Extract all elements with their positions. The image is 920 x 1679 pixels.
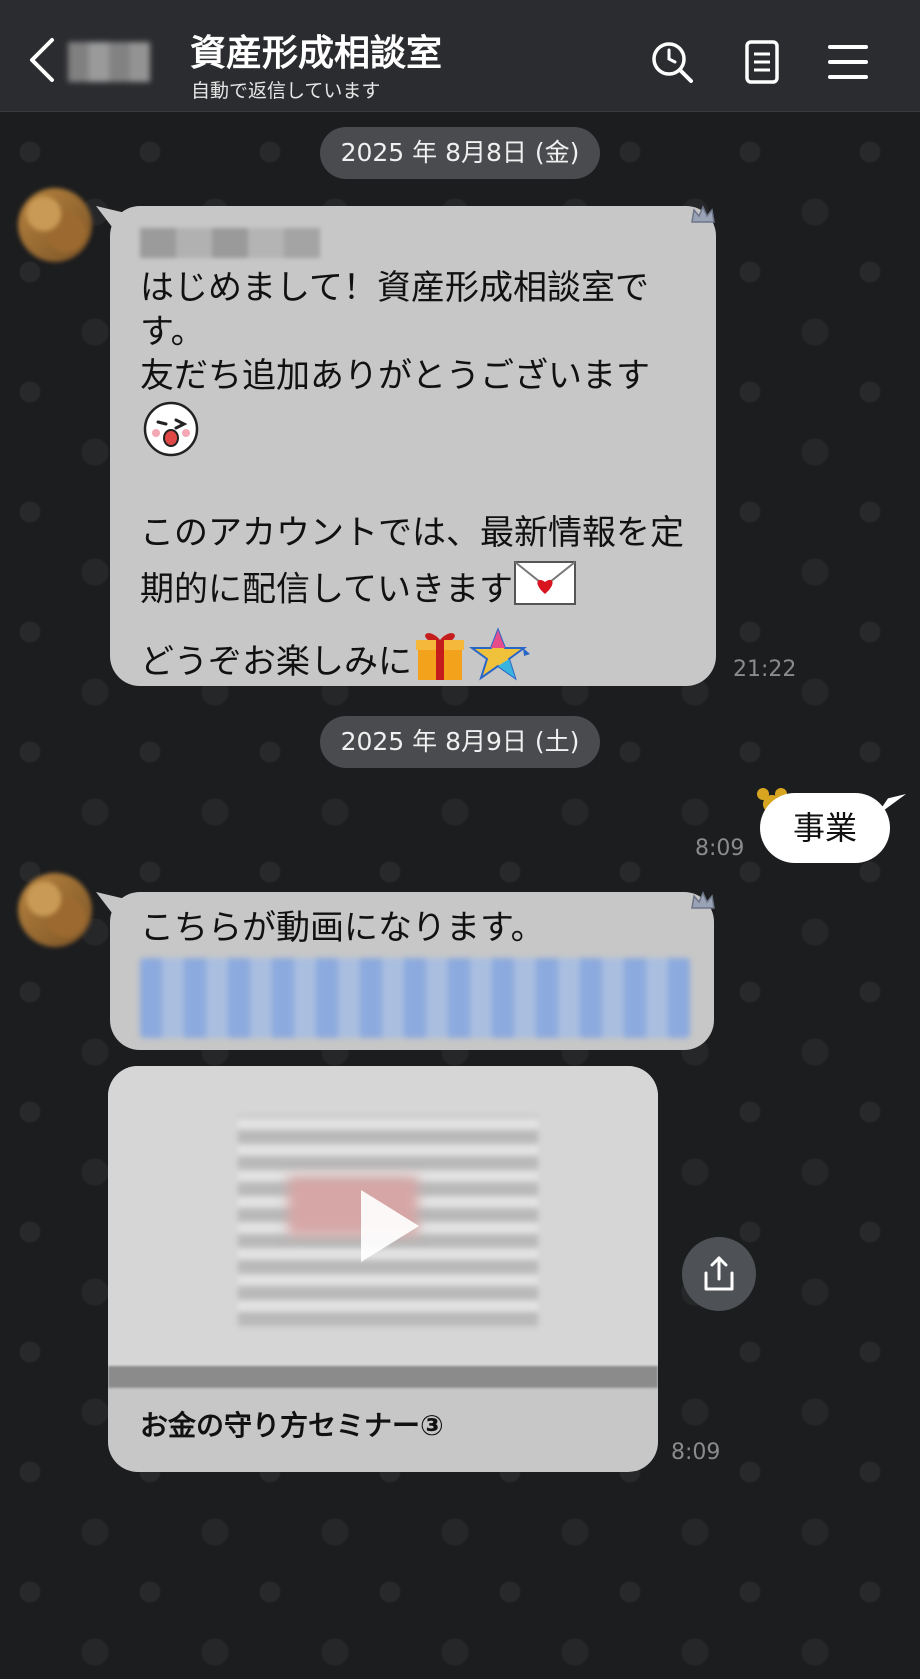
message-timestamp: 21:22 xyxy=(733,657,797,682)
date-separator: 2025 年 8月8日 (金) xyxy=(320,127,600,179)
message-text: どうぞお楽しみに xyxy=(140,626,686,701)
chat-title: 資産形成相談室 xyxy=(190,33,443,74)
chat-subtitle: 自動で返信しています xyxy=(191,80,381,102)
gift-icon xyxy=(416,633,464,680)
video-caption: お金の守り方セミナー③ xyxy=(140,1409,444,1442)
love-letter-icon xyxy=(513,561,576,605)
chevron-left-icon xyxy=(30,38,54,82)
date-separator: 2025 年 8月9日 (土) xyxy=(320,716,600,768)
search-button[interactable] xyxy=(648,38,698,88)
message-timestamp: 8:09 xyxy=(671,1440,721,1465)
blurred-sender-name xyxy=(140,228,320,258)
blurred-contact-name xyxy=(68,42,150,82)
crown-icon xyxy=(691,891,715,909)
video-thumbnail[interactable] xyxy=(108,1066,658,1388)
notes-icon xyxy=(745,40,779,84)
gift-emoji xyxy=(412,626,468,701)
message-text-2: このアカウントでは、最新情報を定 期的に配信していきます xyxy=(140,513,684,610)
message-bubble[interactable]: はじめまして！資産形成相談室で す。 友だち追加ありがとうございます このアカウ… xyxy=(110,206,716,686)
sender-avatar[interactable] xyxy=(18,873,92,947)
blurred-video-link[interactable] xyxy=(140,958,690,1038)
share-icon xyxy=(704,1256,734,1291)
menu-button[interactable] xyxy=(824,38,874,88)
search-history-icon xyxy=(652,42,693,83)
message-timestamp: 8:09 xyxy=(695,836,745,861)
message-text-3: どうぞお楽しみに xyxy=(140,642,412,682)
message-text: こちらが動画になります。 xyxy=(140,908,545,948)
play-icon[interactable] xyxy=(353,1186,423,1266)
outgoing-message-bubble[interactable]: 事業 xyxy=(760,793,890,863)
shooting-star-icon xyxy=(468,627,530,681)
video-message-card[interactable]: お金の守り方セミナー③ xyxy=(108,1066,658,1472)
video-progress-bar xyxy=(108,1366,658,1388)
back-button[interactable] xyxy=(26,36,66,86)
notes-button[interactable] xyxy=(738,38,788,88)
chat-header: 資産形成相談室 自動で返信しています xyxy=(0,0,920,112)
crown-icon xyxy=(691,205,715,223)
message-text: このアカウントでは、最新情報を定 期的に配信していきます xyxy=(140,506,686,622)
envelope-emoji xyxy=(513,560,577,622)
sender-avatar[interactable] xyxy=(18,188,92,262)
winking-face-icon xyxy=(143,401,199,457)
menu-icon xyxy=(828,45,868,79)
share-button[interactable] xyxy=(682,1237,756,1311)
sticker-emoji xyxy=(142,400,686,462)
message-bubble[interactable]: こちらが動画になります。 xyxy=(110,892,714,1050)
message-text: はじめまして！資産形成相談室で す。 友だち追加ありがとうございます xyxy=(140,268,650,396)
star-emoji xyxy=(468,626,534,701)
